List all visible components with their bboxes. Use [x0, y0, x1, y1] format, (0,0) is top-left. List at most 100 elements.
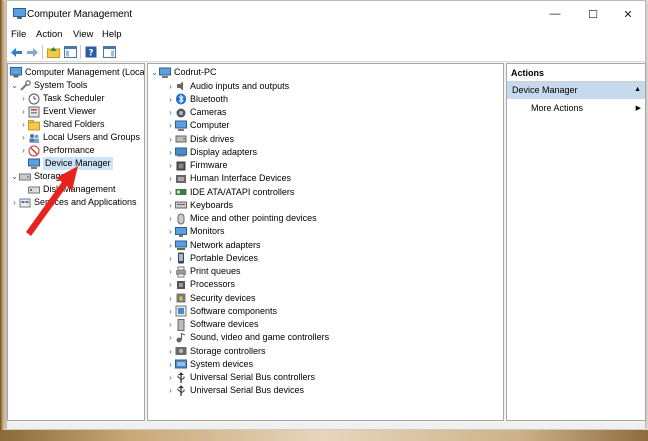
device-category-label: Storage controllers [190, 345, 266, 356]
chevron-right-icon[interactable]: › [10, 196, 19, 209]
device-tree-pane[interactable]: ⌄ Codrut-PC › Audio inputs and outputs › Bl… [147, 63, 504, 421]
event-viewer-icon [28, 106, 40, 118]
device-category-row[interactable]: › IDE ATA/ATAPI controllers [166, 186, 294, 199]
device-category-row[interactable]: › Display adapters [166, 146, 257, 159]
chevron-right-icon[interactable]: › [166, 159, 175, 172]
menu-action[interactable]: Action [36, 29, 62, 40]
chevron-right-icon[interactable]: › [166, 371, 175, 384]
tree-disk-management[interactable]: Disk Management [28, 183, 116, 196]
device-category-row[interactable]: › Cameras [166, 106, 227, 119]
device-category-row[interactable]: › Security devices [166, 292, 256, 305]
forward-arrow-icon[interactable] [25, 45, 39, 59]
tree-root[interactable]: Computer Management (Local [10, 66, 144, 79]
device-category-row[interactable]: › Monitors [166, 225, 225, 238]
device-category-row[interactable]: › Print queues [166, 265, 241, 278]
device-category-row[interactable]: › System devices [166, 358, 253, 371]
more-actions-label: More Actions [531, 103, 584, 113]
menu-help[interactable]: Help [102, 29, 122, 40]
up-folder-icon[interactable] [46, 45, 60, 59]
bluetooth-icon [175, 93, 187, 105]
device-category-row[interactable]: › Network adapters [166, 239, 261, 252]
device-category-row[interactable]: › Disk drives [166, 133, 234, 146]
device-category-row[interactable]: › Sound, video and game controllers [166, 331, 329, 344]
device-category-label: Processors [190, 279, 236, 290]
chevron-right-icon[interactable]: › [166, 106, 175, 119]
chevron-right-icon[interactable]: › [166, 252, 175, 265]
chevron-right-icon[interactable]: › [19, 118, 28, 131]
chevron-right-icon[interactable]: › [19, 92, 28, 105]
tree-event-viewer[interactable]: › Event Viewer [19, 105, 96, 118]
help-icon[interactable]: ? [84, 45, 98, 59]
chevron-right-icon[interactable]: › [166, 331, 175, 344]
monitor-icon [175, 226, 187, 238]
chevron-right-icon[interactable]: › [166, 199, 175, 212]
chevron-right-icon[interactable]: › [166, 278, 175, 291]
device-category-row[interactable]: › Universal Serial Bus devices [166, 384, 304, 397]
clock-icon [28, 93, 40, 105]
device-category-row[interactable]: › Keyboards [166, 199, 233, 212]
back-arrow-icon[interactable] [9, 45, 23, 59]
chevron-right-icon[interactable]: › [166, 384, 175, 397]
chevron-right-icon[interactable]: › [166, 305, 175, 318]
collapse-up-icon[interactable]: ▲ [634, 86, 641, 93]
device-category-row[interactable]: › Computer [166, 119, 230, 132]
minimize-button[interactable]: — [537, 1, 573, 27]
tree-performance[interactable]: › Performance [19, 144, 95, 157]
device-category-row[interactable]: › Storage controllers [166, 345, 266, 358]
chevron-right-icon[interactable]: › [166, 292, 175, 305]
device-category-label: Universal Serial Bus controllers [190, 372, 316, 382]
device-tree-root[interactable]: ⌄ Codrut-PC [150, 66, 217, 79]
disk-drive-icon [175, 133, 187, 145]
chevron-right-icon[interactable]: › [166, 146, 175, 159]
device-category-row[interactable]: › Portable Devices [166, 252, 258, 265]
device-category-row[interactable]: › Bluetooth [166, 93, 228, 106]
tree-item-label: Shared Folders [43, 119, 105, 129]
tree-storage[interactable]: ⌄ Storage [10, 170, 65, 183]
chevron-right-icon[interactable]: › [166, 186, 175, 199]
show-hide-action-pane-icon[interactable] [102, 45, 116, 59]
tree-system-tools[interactable]: ⌄ System Tools [10, 79, 87, 92]
tree-task-scheduler[interactable]: › Task Scheduler [19, 92, 105, 105]
chevron-right-icon[interactable]: › [166, 318, 175, 331]
show-hide-console-tree-icon[interactable] [63, 45, 77, 59]
device-category-row[interactable]: › Universal Serial Bus controllers [166, 371, 315, 384]
device-category-row[interactable]: › Mice and other pointing devices [166, 212, 317, 225]
actions-group-device-manager[interactable]: Device Manager ▲ [507, 82, 645, 99]
device-category-row[interactable]: › Software devices [166, 318, 259, 331]
device-category-row[interactable]: › Audio inputs and outputs [166, 80, 289, 93]
chevron-down-icon[interactable]: ⌄ [10, 79, 19, 92]
toolbar-separator [42, 45, 43, 59]
tree-local-users[interactable]: › Local Users and Groups [19, 131, 140, 144]
chevron-down-icon[interactable]: ⌄ [150, 66, 159, 79]
chevron-right-icon[interactable]: › [166, 80, 175, 93]
tree-shared-folders[interactable]: › Shared Folders [19, 118, 105, 131]
device-category-row[interactable]: › Human Interface Devices [166, 172, 291, 185]
chevron-right-icon[interactable]: › [166, 239, 175, 252]
close-button[interactable]: ✕ [610, 1, 646, 27]
chevron-right-icon[interactable]: › [166, 358, 175, 371]
menu-file[interactable]: File [11, 29, 26, 40]
device-category-row[interactable]: › Software components [166, 305, 277, 318]
chevron-right-icon[interactable]: › [19, 105, 28, 118]
chevron-right-icon[interactable]: › [166, 212, 175, 225]
device-category-label: Print queues [190, 266, 241, 276]
more-actions-item[interactable]: More Actions ▶ [507, 101, 645, 116]
chevron-right-icon[interactable]: › [19, 144, 28, 157]
chevron-right-icon[interactable]: › [166, 93, 175, 106]
chevron-right-icon[interactable]: › [166, 119, 175, 132]
title-bar[interactable]: Computer Management — ☐ ✕ [7, 1, 645, 27]
chevron-right-icon[interactable]: › [166, 172, 175, 185]
maximize-button[interactable]: ☐ [575, 1, 611, 27]
menu-view[interactable]: View [73, 29, 93, 40]
chevron-right-icon[interactable]: › [166, 345, 175, 358]
chevron-down-icon[interactable]: ⌄ [10, 170, 19, 183]
tree-services-apps[interactable]: › Services and Applications [10, 196, 137, 209]
console-tree-pane[interactable]: Computer Management (Local ⌄ System Tool… [7, 63, 145, 421]
device-category-row[interactable]: › Processors [166, 278, 235, 291]
device-category-row[interactable]: › Firmware [166, 159, 228, 172]
chevron-right-icon[interactable]: › [19, 131, 28, 144]
chevron-right-icon[interactable]: › [166, 133, 175, 146]
tree-device-manager[interactable]: Device Manager [28, 157, 113, 170]
chevron-right-icon[interactable]: › [166, 265, 175, 278]
chevron-right-icon[interactable]: › [166, 225, 175, 238]
